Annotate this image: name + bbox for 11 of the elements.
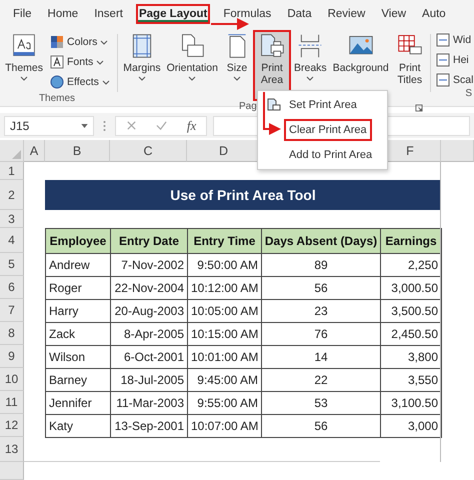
- table-title: Use of Print Area Tool: [45, 180, 441, 210]
- table-cell: 3,000: [380, 414, 442, 438]
- column-heading: Entry Date: [110, 228, 188, 254]
- table-cell: Katy: [45, 414, 111, 438]
- group-label: S: [465, 88, 473, 101]
- column-heading: Days Absent (Days): [261, 228, 381, 254]
- column-heading: Earnings: [380, 228, 442, 254]
- group-label: Themes: [38, 93, 76, 106]
- column-heading: Entry Time: [187, 228, 262, 254]
- column-heading: Employee: [45, 228, 111, 254]
- group-label: Pag: [239, 101, 257, 114]
